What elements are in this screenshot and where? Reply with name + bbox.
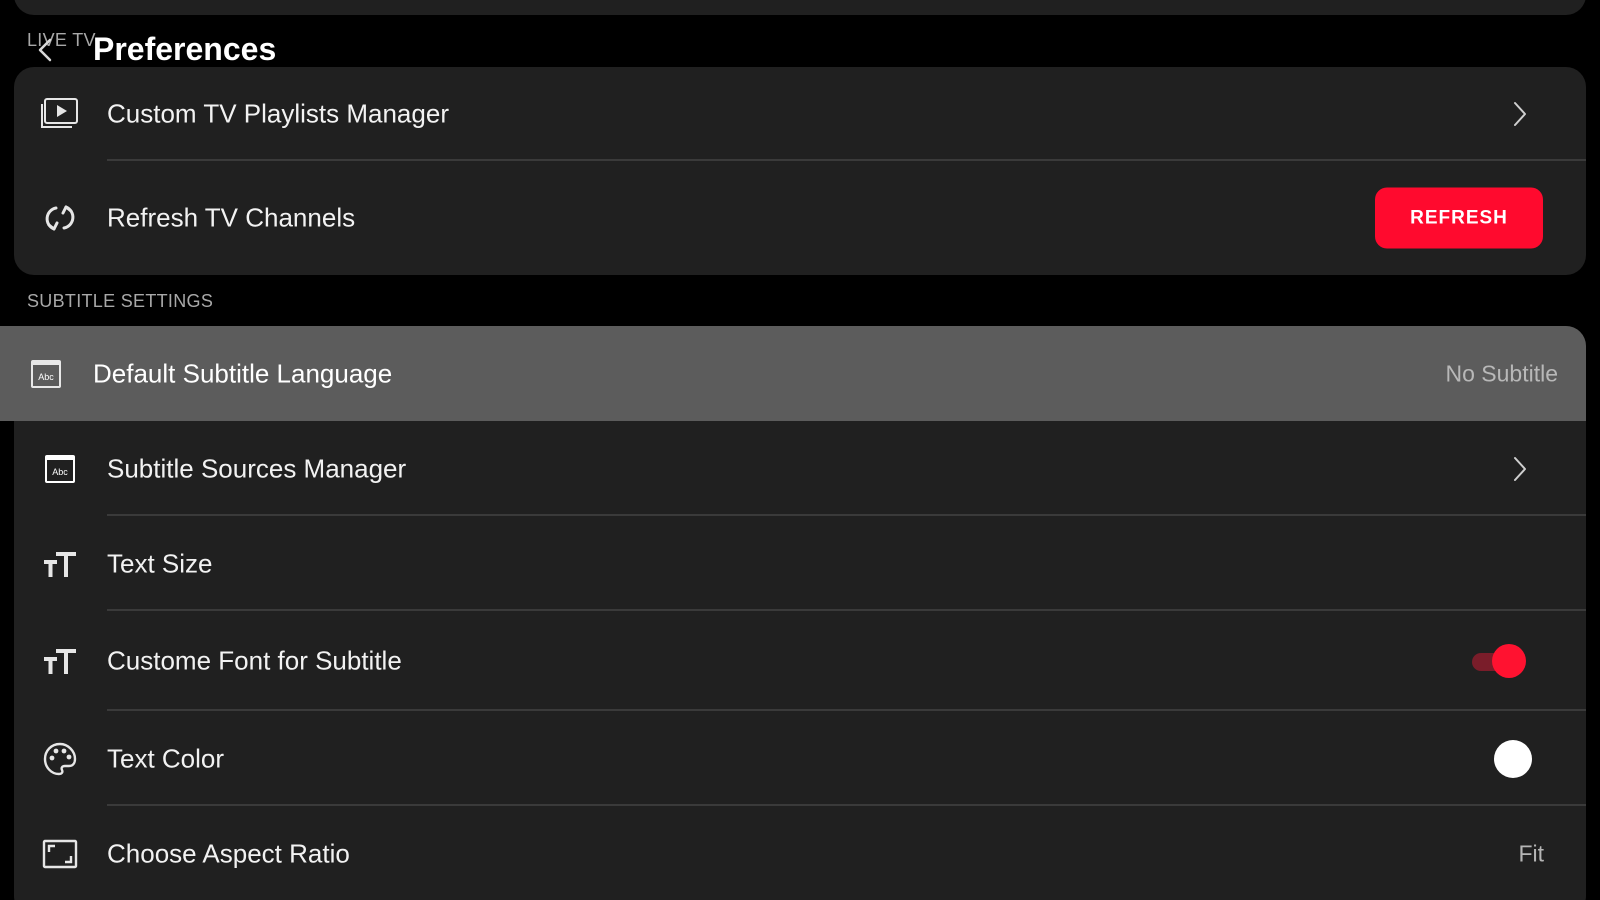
chevron-right-icon	[1514, 456, 1526, 481]
chevron-right-icon	[1514, 102, 1526, 126]
row-label: Choose Aspect Ratio	[107, 838, 350, 868]
row-label: Default Subtitle Language	[93, 358, 393, 388]
previous-card-edge	[14, 0, 1586, 15]
refresh-button[interactable]: REFRESH	[1375, 187, 1543, 249]
svg-text:Abc: Abc	[38, 372, 54, 382]
subtitle-abc-icon: Abc	[26, 354, 66, 394]
row-choose-aspect-ratio[interactable]: Choose Aspect Ratio Fit	[14, 806, 1586, 900]
row-label: Subtitle Sources Manager	[107, 453, 407, 483]
row-subtitle-sources-manager[interactable]: Abc Subtitle Sources Manager	[14, 421, 1586, 516]
live-tv-card: Custom TV Playlists Manager Refresh TV C…	[14, 67, 1586, 275]
section-label-subtitle-settings: SUBTITLE SETTINGS	[27, 291, 214, 311]
text-size-icon	[40, 641, 80, 681]
row-label: Custom TV Playlists Manager	[107, 98, 449, 129]
row-text-color[interactable]: Text Color	[14, 711, 1586, 806]
text-size-icon	[40, 544, 80, 584]
row-refresh-tv-channels: Refresh TV Channels REFRESH	[14, 161, 1586, 275]
row-label: Text Color	[107, 743, 225, 773]
preferences-page: LIVE TV Preferences Custom TV Playlists …	[0, 0, 1600, 900]
row-label: Text Size	[107, 548, 213, 578]
row-custom-tv-playlists-manager[interactable]: Custom TV Playlists Manager	[14, 67, 1586, 161]
row-label: Custome Font for Subtitle	[107, 645, 402, 676]
back-arrow-icon[interactable]	[34, 36, 58, 64]
aspect-ratio-value: Fit	[1518, 840, 1544, 866]
playlist-tv-icon	[40, 94, 80, 134]
row-label: Refresh TV Channels	[107, 202, 356, 233]
aspect-ratio-icon	[40, 834, 80, 874]
row-custom-font-for-subtitle[interactable]: Custome Font for Subtitle	[14, 611, 1586, 711]
palette-icon	[40, 739, 80, 779]
refresh-icon	[40, 198, 80, 238]
row-default-subtitle-language[interactable]: Abc Default Subtitle Language No Subtitl…	[0, 326, 1586, 421]
subtitle-abc-icon: Abc	[40, 449, 80, 489]
custom-font-toggle[interactable]	[1468, 644, 1526, 678]
toggle-knob	[1492, 644, 1526, 678]
text-color-swatch[interactable]	[1494, 739, 1532, 778]
default-subtitle-value: No Subtitle	[1445, 360, 1558, 386]
row-text-size[interactable]: Text Size	[14, 516, 1586, 611]
svg-text:Abc: Abc	[52, 467, 68, 477]
page-title: Preferences	[93, 31, 277, 67]
